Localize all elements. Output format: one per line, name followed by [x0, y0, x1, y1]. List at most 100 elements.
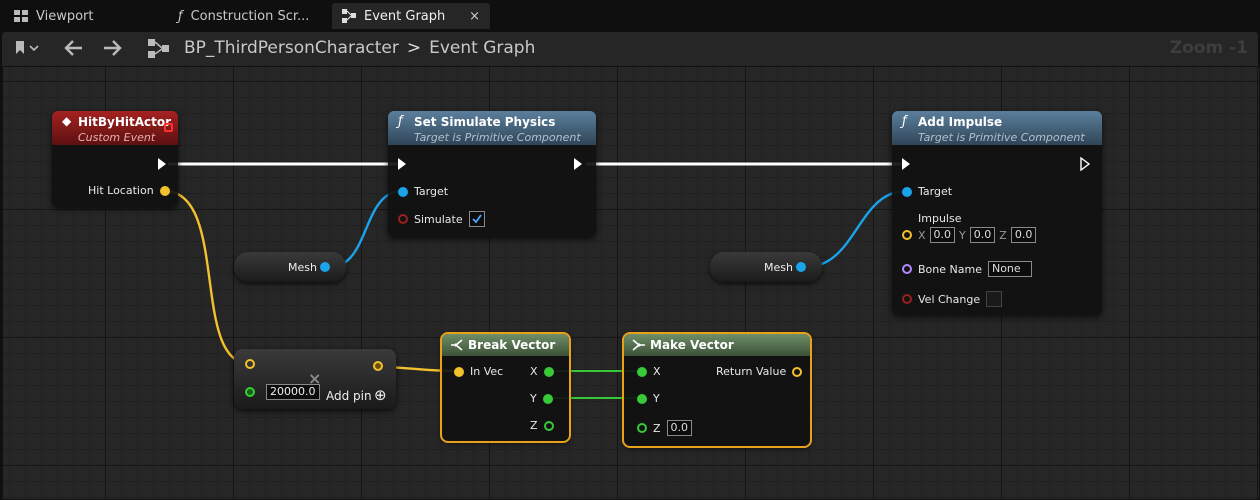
- checkmark-icon: [471, 214, 482, 224]
- bone-name-input[interactable]: None: [987, 261, 1032, 277]
- arrow-right-icon: [104, 40, 122, 56]
- vector-pin-dot[interactable]: [245, 359, 255, 369]
- pin-in-z[interactable]: Z 0.0: [637, 420, 693, 436]
- vector-pin-dot[interactable]: [373, 361, 383, 371]
- exec-in-pin[interactable]: [398, 158, 406, 170]
- exec-out-pin[interactable]: [574, 158, 582, 170]
- add-impulse-node[interactable]: ƒ Add Impulse Target is Primitive Compon…: [892, 111, 1102, 315]
- tab-viewport[interactable]: Viewport: [4, 3, 168, 29]
- plus-circle-icon[interactable]: ⊕: [374, 386, 387, 404]
- impulse-x-input[interactable]: 0.0: [929, 227, 956, 243]
- bool-pin-dot[interactable]: [398, 214, 408, 224]
- pin-out-x[interactable]: X: [530, 365, 554, 378]
- pin-vel-change[interactable]: Vel Change: [902, 291, 1003, 307]
- event-graph-icon: [342, 9, 356, 23]
- pin-label: Z: [653, 421, 661, 435]
- exec-out-pin[interactable]: [1080, 157, 1090, 171]
- impulse-fields: Impulse X 0.0 Y 0.0 Z 0.0: [918, 212, 1037, 243]
- tab-label: Event Graph: [364, 8, 446, 24]
- mesh-variable-node[interactable]: Mesh: [710, 252, 822, 282]
- pin-bone-name[interactable]: Bone Name None: [902, 261, 1032, 277]
- exec-out-pin[interactable]: [158, 158, 166, 170]
- node-title: Make Vector: [650, 338, 734, 352]
- multiply-node[interactable]: × 20000.0 Add pin ⊕: [234, 349, 396, 409]
- float-pin-dot[interactable]: [637, 393, 647, 404]
- viewport-grid-icon: [14, 10, 28, 22]
- add-pin-label[interactable]: Add pin: [326, 389, 372, 403]
- pin-in-vec[interactable]: In Vec: [454, 365, 503, 378]
- bookmark-icon: [16, 41, 39, 54]
- name-pin-dot[interactable]: [902, 264, 912, 274]
- exec-in-pin[interactable]: [902, 158, 910, 170]
- float-pin-dot[interactable]: [637, 423, 647, 433]
- custom-event-node[interactable]: ◆ HitByHitActor Custom Event Hit Locatio…: [52, 111, 178, 207]
- pin-label: X: [653, 365, 661, 378]
- make-z-input[interactable]: 0.0: [666, 420, 693, 436]
- set-simulate-physics-node[interactable]: ƒ Set Simulate Physics Target is Primiti…: [388, 111, 596, 237]
- back-button[interactable]: [62, 38, 84, 63]
- pin-label: Simulate: [414, 212, 463, 226]
- vector-pin-dot[interactable]: [902, 229, 912, 240]
- float-pin-dot[interactable]: [245, 387, 255, 397]
- pin-hit-location[interactable]: Hit Location: [88, 184, 170, 197]
- object-pin-dot[interactable]: [320, 262, 330, 272]
- node-title: Break Vector: [468, 338, 556, 352]
- graph-toolbar: BP_ThirdPersonCharacter > Event Graph Zo…: [2, 32, 1258, 66]
- object-pin-dot[interactable]: [796, 262, 806, 272]
- vector-pin-dot[interactable]: [159, 185, 170, 196]
- break-vector-node[interactable]: Break Vector In Vec X Y Z: [440, 332, 571, 443]
- make-vector-node[interactable]: Make Vector X Y Z 0.0 Return Value: [622, 332, 812, 448]
- bookmark-menu-button[interactable]: [14, 40, 40, 61]
- z-label: Z: [999, 228, 1007, 242]
- pin-label: Target: [918, 185, 953, 198]
- pin-label: Hit Location: [88, 184, 154, 197]
- vector-pin-dot[interactable]: [792, 366, 803, 377]
- float-pin-dot[interactable]: [543, 366, 554, 377]
- impulse-z-input[interactable]: 0.0: [1010, 227, 1037, 243]
- multiplier-input[interactable]: 20000.0: [266, 384, 320, 400]
- object-pin-dot[interactable]: [398, 186, 408, 197]
- delegate-pin[interactable]: [164, 123, 173, 132]
- impulse-y-input[interactable]: 0.0: [969, 227, 996, 243]
- pin-target[interactable]: Target: [902, 185, 952, 198]
- variable-label: Mesh: [288, 261, 317, 274]
- breadcrumb-blueprint[interactable]: BP_ThirdPersonCharacter: [184, 38, 399, 58]
- pin-label: Impulse: [918, 212, 962, 225]
- pin-label: Return Value: [716, 365, 787, 378]
- pin-out-z[interactable]: Z: [530, 419, 554, 432]
- event-diamond-icon: ◆: [62, 114, 72, 128]
- forward-button[interactable]: [102, 38, 124, 63]
- pin-target[interactable]: Target: [398, 185, 448, 198]
- function-icon: ƒ: [398, 114, 403, 129]
- pin-impulse[interactable]: Impulse X 0.0 Y 0.0 Z 0.0: [902, 212, 1037, 243]
- vector-pin-dot[interactable]: [454, 366, 464, 377]
- vel-change-checkbox[interactable]: [986, 291, 1003, 307]
- float-pin-dot[interactable]: [637, 366, 647, 377]
- pin-label: In Vec: [470, 365, 504, 378]
- breadcrumb-separator: >: [406, 38, 422, 58]
- node-header: ◆ HitByHitActor Custom Event: [52, 111, 178, 145]
- vector-fields: X 0.0 Y 0.0 Z 0.0: [918, 227, 1037, 243]
- node-title: Add Impulse: [918, 115, 1003, 129]
- variable-label: Mesh: [764, 261, 793, 274]
- pin-label: Target: [414, 185, 449, 198]
- tab-event-graph[interactable]: Event Graph ×: [332, 3, 490, 29]
- tab-bar: Viewport ƒ Construction Scr... Event Gra…: [0, 0, 1260, 32]
- close-icon[interactable]: ×: [469, 9, 480, 24]
- pin-label: Y: [653, 392, 660, 405]
- simulate-checkbox[interactable]: [468, 211, 485, 227]
- tab-construction-script[interactable]: ƒ Construction Scr...: [168, 3, 328, 29]
- mesh-variable-node[interactable]: Mesh: [234, 252, 346, 282]
- bool-pin-dot[interactable]: [902, 294, 912, 304]
- exec-outline-icon: [1080, 157, 1090, 171]
- pin-simulate[interactable]: Simulate: [398, 211, 485, 227]
- pin-in-x[interactable]: X: [637, 365, 661, 378]
- float-pin-dot[interactable]: [543, 420, 554, 431]
- pin-out-y[interactable]: Y: [530, 392, 553, 405]
- pin-return-value[interactable]: Return Value: [716, 365, 803, 378]
- object-pin-dot[interactable]: [902, 186, 912, 197]
- arrow-left-icon: [64, 40, 82, 56]
- pin-in-y[interactable]: Y: [637, 392, 660, 405]
- float-pin-dot[interactable]: [542, 393, 553, 404]
- node-header: ƒ Set Simulate Physics Target is Primiti…: [388, 111, 596, 145]
